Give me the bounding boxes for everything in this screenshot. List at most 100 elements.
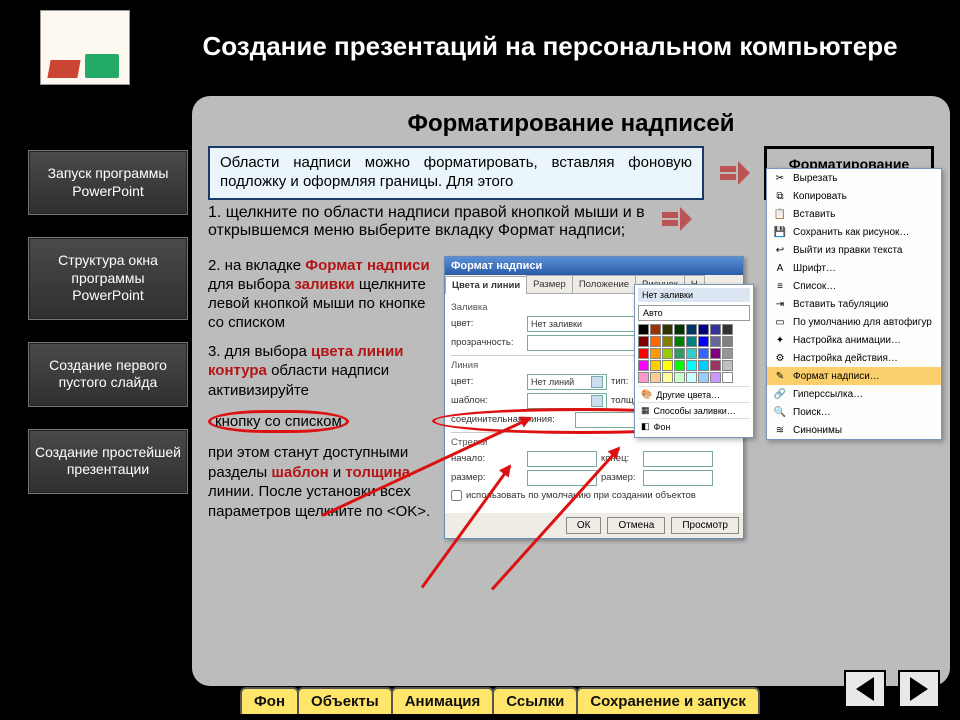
palette-swatch[interactable]	[698, 348, 709, 359]
lbl-line-color: цвет:	[451, 376, 523, 387]
tab-links[interactable]: Ссылки	[492, 687, 578, 714]
menu-item-label: Настройка анимации…	[793, 335, 901, 346]
tab-save-run[interactable]: Сохранение и запуск	[576, 687, 760, 714]
intro-box: Области надписи можно форматиро­вать, вс…	[208, 146, 704, 200]
palette-swatch[interactable]	[710, 372, 721, 383]
palette-swatch[interactable]	[662, 336, 673, 347]
palette-swatch[interactable]	[686, 336, 697, 347]
field-line-color[interactable]: Нет линий	[527, 374, 607, 390]
palette-swatch[interactable]	[674, 336, 685, 347]
palette-swatch[interactable]	[662, 324, 673, 335]
palette-swatch[interactable]	[638, 372, 649, 383]
step2-text-a: 2. на вкладке	[208, 257, 305, 274]
context-menu-item[interactable]: ≡Список…	[767, 277, 941, 295]
palette-swatch[interactable]	[722, 324, 733, 335]
palette-swatch[interactable]	[710, 336, 721, 347]
menu-item-label: Формат надписи…	[793, 371, 880, 382]
menu-item-label: Вырезать	[793, 173, 837, 184]
sidebar-item-window-structure[interactable]: Структура окна программы PowerPoint	[28, 237, 188, 320]
palette-fill-ways[interactable]: ▦Способы заливки…	[638, 402, 750, 418]
arrow-to-format-label	[714, 146, 754, 200]
field-template[interactable]	[527, 393, 607, 409]
palette-swatch[interactable]	[650, 336, 661, 347]
palette-swatch[interactable]	[662, 372, 673, 383]
sidebar-item-first-slide[interactable]: Создание первого пустого слайда	[28, 342, 188, 407]
context-menu-item[interactable]: ⚙Настройка действия…	[767, 349, 941, 367]
tail-template: шаблон	[271, 464, 328, 481]
lbl-arrow-size1: размер:	[451, 472, 523, 483]
palette-swatch[interactable]	[722, 336, 733, 347]
nav-next-button[interactable]	[898, 670, 940, 708]
context-menu-item[interactable]: ▭По умолчанию для автофигур	[767, 313, 941, 331]
context-menu-item[interactable]: ✦Настройка анимации…	[767, 331, 941, 349]
palette-swatch[interactable]	[638, 348, 649, 359]
palette-swatch[interactable]	[722, 372, 733, 383]
context-menu: ✂Вырезать⧉Копировать📋Вставить💾Сохранить …	[766, 168, 942, 440]
ok-button[interactable]: ОК	[566, 517, 602, 534]
palette-background[interactable]: ◧Фон	[638, 418, 750, 434]
context-menu-item[interactable]: 💾Сохранить как рисунок…	[767, 223, 941, 241]
palette-nofill[interactable]: Нет заливки	[638, 288, 750, 302]
context-menu-item[interactable]: ✂Вырезать	[767, 169, 941, 187]
menu-item-label: Настройка действия…	[793, 353, 898, 364]
checkbox-icon[interactable]	[451, 490, 462, 501]
menu-item-icon: 💾	[773, 225, 787, 239]
field-arrow-start[interactable]	[527, 451, 597, 467]
tab-animation[interactable]: Анимация	[391, 687, 495, 714]
tab-background[interactable]: Фон	[240, 687, 299, 714]
palette-swatch[interactable]	[674, 324, 685, 335]
palette-swatch[interactable]	[686, 360, 697, 371]
palette-swatch[interactable]	[698, 360, 709, 371]
palette-swatch[interactable]	[650, 372, 661, 383]
palette-swatch[interactable]	[650, 360, 661, 371]
cancel-button[interactable]: Отмена	[607, 517, 665, 534]
preview-button[interactable]: Просмотр	[671, 517, 739, 534]
palette-swatch[interactable]	[698, 336, 709, 347]
tab-colors-lines[interactable]: Цвета и линии	[445, 276, 527, 294]
palette-swatch[interactable]	[698, 372, 709, 383]
palette-swatch[interactable]	[662, 360, 673, 371]
palette-swatch[interactable]	[674, 360, 685, 371]
context-menu-item[interactable]: 🔍Поиск…	[767, 403, 941, 421]
nav-prev-button[interactable]	[844, 670, 886, 708]
sidebar-item-launch[interactable]: Запуск программы PowerPoint	[28, 150, 188, 215]
tab-position[interactable]: Положение	[572, 275, 636, 293]
palette-swatch[interactable]	[638, 360, 649, 371]
palette-swatch[interactable]	[674, 372, 685, 383]
color-palette-popup: Нет заливки Авто 🎨Другие цвета… ▦Способы…	[634, 284, 754, 438]
palette-swatch[interactable]	[638, 324, 649, 335]
palette-swatch[interactable]	[662, 348, 673, 359]
palette-swatch[interactable]	[698, 324, 709, 335]
palette-swatch[interactable]	[638, 336, 649, 347]
palette-more-colors[interactable]: 🎨Другие цвета…	[638, 386, 750, 402]
palette-swatch[interactable]	[686, 348, 697, 359]
context-menu-item[interactable]: 🔗Гиперссылка…	[767, 385, 941, 403]
chk-default[interactable]: использовать по умолчанию при создании о…	[451, 490, 737, 501]
palette-swatch[interactable]	[710, 324, 721, 335]
palette-auto[interactable]: Авто	[638, 305, 750, 321]
step1-right-click: правой кноп­кой мыши	[454, 204, 618, 221]
palette-swatch[interactable]	[722, 360, 733, 371]
context-menu-item[interactable]: 📋Вставить	[767, 205, 941, 223]
palette-swatch[interactable]	[686, 372, 697, 383]
palette-swatch[interactable]	[710, 360, 721, 371]
palette-grid[interactable]	[638, 324, 750, 383]
palette-swatch[interactable]	[722, 348, 733, 359]
sidebar-item-simple-presentation[interactable]: Создание простейшей презентации	[28, 429, 188, 494]
context-menu-item[interactable]: AШрифт…	[767, 259, 941, 277]
palette-swatch[interactable]	[710, 348, 721, 359]
palette-swatch[interactable]	[686, 324, 697, 335]
context-menu-item[interactable]: ✎Формат надписи…	[767, 367, 941, 385]
step3-list-button: кнопку со списком	[208, 410, 349, 433]
field-arrow-size2[interactable]	[643, 470, 713, 486]
tab-objects[interactable]: Объекты	[297, 687, 393, 714]
palette-swatch[interactable]	[650, 324, 661, 335]
context-menu-item[interactable]: ⧉Копировать	[767, 187, 941, 205]
palette-swatch[interactable]	[674, 348, 685, 359]
context-menu-item[interactable]: ↩Выйти из правки текста	[767, 241, 941, 259]
context-menu-item[interactable]: ⇥Вставить табуляцию	[767, 295, 941, 313]
palette-swatch[interactable]	[650, 348, 661, 359]
context-menu-item[interactable]: ≋Синонимы	[767, 421, 941, 439]
field-arrow-end[interactable]	[643, 451, 713, 467]
tab-size[interactable]: Размер	[526, 275, 573, 293]
